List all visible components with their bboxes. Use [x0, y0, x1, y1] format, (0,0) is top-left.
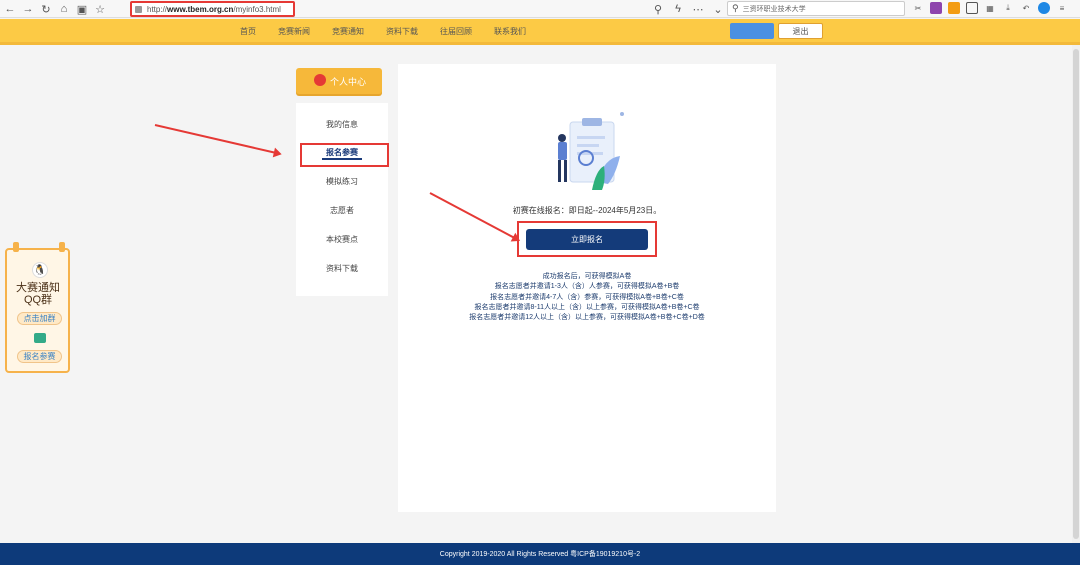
extension-icons: ✂ ▦ ⤓ ↶ ≡	[912, 2, 1068, 14]
registration-illustration-icon	[558, 112, 624, 190]
nav-competition-notice[interactable]: 竞赛通知	[332, 26, 364, 37]
floater-tab	[59, 242, 65, 252]
reload-icon[interactable]: ↻	[38, 1, 54, 17]
annotation-arrow	[154, 124, 277, 154]
floater-tab	[13, 242, 19, 252]
star-icon[interactable]: ☆	[92, 1, 108, 17]
floater-register-button[interactable]: 报名参赛	[17, 350, 62, 363]
personal-center-header: 个人中心	[296, 68, 382, 94]
page-icon	[135, 5, 142, 13]
qq-icon: 🐧	[32, 262, 48, 278]
menu-icon[interactable]: ≡	[1056, 2, 1068, 14]
highlight-box-menu	[300, 143, 389, 167]
browser-tools: ⚲ ϟ ⋯ ⌄	[650, 1, 726, 17]
url-prefix: http://	[147, 4, 168, 14]
qq-group-floater: 🐧 大赛通知 QQ群 点击加群 报名参赛	[5, 242, 70, 373]
copyright-text: Copyright 2019-2020 All Rights Reserved …	[439, 551, 641, 558]
undo-icon[interactable]: ↶	[1020, 2, 1032, 14]
search-icon[interactable]: ⚲	[650, 1, 666, 17]
back-icon[interactable]: ←	[2, 1, 18, 17]
lightning-icon[interactable]: ϟ	[670, 1, 686, 17]
menu-school-site[interactable]: 本校赛点	[296, 234, 388, 245]
nav-home[interactable]: 首页	[240, 26, 256, 37]
menu-practice[interactable]: 模拟练习	[296, 176, 388, 187]
footer: Copyright 2019-2020 All Rights Reserved …	[0, 543, 1080, 565]
window-icon[interactable]	[966, 2, 978, 14]
menu-volunteer[interactable]: 志愿者	[296, 205, 388, 216]
more-icon[interactable]: ⋯	[690, 1, 706, 17]
reward-line: 报名志愿者并邀请12人以上（含）以上参赛，可获得模拟A卷+B卷+C卷+D卷	[469, 314, 705, 321]
left-menu: 我的信息 报名参赛 模拟练习 志愿者 本校赛点 资料下载	[296, 103, 388, 296]
reward-line: 成功报名后，可获得模拟A卷	[542, 273, 632, 280]
user-button[interactable]	[730, 23, 774, 39]
nav-competition-news[interactable]: 竞赛新闻	[278, 26, 310, 37]
scissors-icon[interactable]: ✂	[912, 2, 924, 14]
home-icon[interactable]: ⌂	[56, 1, 72, 17]
reward-line: 报名志愿者并邀请4-7人（含）参赛，可获得模拟A卷+B卷+C卷	[490, 294, 684, 301]
logout-button[interactable]: 退出	[778, 23, 823, 39]
extension-icon[interactable]	[930, 2, 942, 14]
scrollbar-thumb[interactable]	[1073, 49, 1079, 539]
chevron-down-icon[interactable]: ⌄	[710, 1, 726, 17]
url-domain: www.tbem.org.cn	[167, 4, 234, 14]
nav-contact[interactable]: 联系我们	[494, 26, 526, 37]
bag-icon[interactable]: ▣	[74, 1, 90, 17]
site-nav: 首页 竞赛新闻 竞赛通知 资料下载 往届回顾 联系我们 退出	[0, 19, 1080, 45]
register-now-button[interactable]: 立即报名	[526, 229, 648, 250]
menu-downloads[interactable]: 资料下载	[296, 263, 388, 274]
join-group-button[interactable]: 点击加群	[17, 312, 62, 325]
nav-downloads[interactable]: 资料下载	[386, 26, 418, 37]
address-bar[interactable]: http://www.tbem.org.cn/myinfo3.html	[130, 1, 295, 17]
browser-nav-buttons: ← → ↻ ⌂ ▣ ☆	[2, 1, 108, 17]
search-box[interactable]: ⚲ 三资环职业技术大学	[727, 1, 905, 16]
browser-toolbar: ← → ↻ ⌂ ▣ ☆ http://www.tbem.org.cn/myinf…	[0, 0, 1080, 18]
browser-logo-icon[interactable]	[1038, 2, 1050, 14]
personal-center-label: 个人中心	[330, 77, 367, 87]
reward-line: 报名志愿者并邀请1-3人（含）人参赛，可获得模拟A卷+B卷	[494, 283, 680, 290]
grid-icon[interactable]: ▦	[984, 2, 996, 14]
menu-my-info[interactable]: 我的信息	[296, 119, 388, 130]
user-icon	[314, 74, 326, 86]
site-menu: 首页 竞赛新闻 竞赛通知 资料下载 往届回顾 联系我们	[240, 26, 548, 37]
reward-line: 报名志愿者并邀请8-11人以上（含）以上参赛，可获得模拟A卷+B卷+C卷	[474, 304, 700, 311]
nav-past-review[interactable]: 往届回顾	[440, 26, 472, 37]
page-scrollbar[interactable]	[1072, 45, 1080, 543]
search-box-text: 三资环职业技术大学	[742, 5, 806, 13]
book-icon	[34, 333, 46, 343]
floater-title: 大赛通知 QQ群	[7, 282, 69, 306]
forward-icon[interactable]: →	[20, 1, 36, 17]
floater-title-line1: 大赛通知	[16, 282, 60, 294]
game-icon[interactable]	[948, 2, 960, 14]
search-icon: ⚲	[732, 3, 739, 13]
url-path: /myinfo3.html	[233, 4, 281, 14]
floater-title-line2: QQ群	[23, 294, 53, 306]
download-icon[interactable]: ⤓	[1002, 2, 1014, 14]
